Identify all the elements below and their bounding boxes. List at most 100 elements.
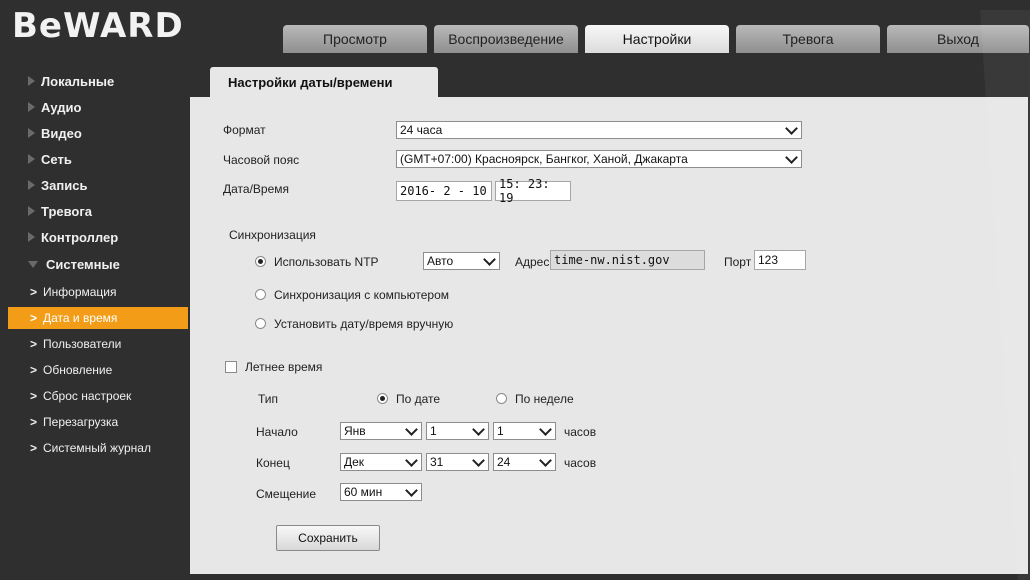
chevron-down-icon: [483, 253, 496, 266]
end-month-select[interactable]: Дек: [340, 453, 422, 471]
tab-playback[interactable]: Воспроизведение: [434, 25, 578, 53]
start-hour-select[interactable]: 1: [493, 422, 556, 440]
top-tabs: Просмотр Воспроизведение Настройки Трево…: [283, 25, 1029, 53]
by-week-label: По неделе: [515, 392, 574, 406]
sidebar-subitem-reboot[interactable]: > Перезагрузка: [8, 411, 186, 433]
sidebar-item-audio[interactable]: Аудио: [8, 96, 186, 118]
time-field[interactable]: 15: 23: 19: [495, 177, 571, 205]
offset-value: 60 мин: [344, 485, 383, 499]
chevron-right-icon: >: [30, 441, 38, 455]
sidebar-item-label: Аудио: [41, 99, 82, 115]
sidebar-subitem-label: Сброс настроек: [43, 389, 132, 403]
sidebar-subitem-info[interactable]: > Информация: [8, 281, 186, 303]
sidebar-item-system[interactable]: Системные: [8, 253, 186, 275]
chevron-right-icon: >: [30, 389, 38, 403]
dst-checkbox[interactable]: [225, 361, 237, 373]
chevron-down-icon: [405, 454, 418, 467]
settings-panel: Формат 24 часа Часовой пояс (GMT+07:00) …: [190, 97, 1028, 574]
start-month-value: Янв: [344, 424, 366, 438]
triangle-down-icon: [28, 260, 38, 268]
chevron-down-icon: [539, 423, 552, 436]
sidebar-subitem-label: Системный журнал: [43, 441, 151, 455]
beward-logo: BeWARD: [12, 6, 184, 46]
sidebar-item-alarm[interactable]: Тревога: [8, 200, 186, 222]
manual-label: Установить дату/время вручную: [274, 317, 454, 331]
chevron-right-icon: >: [30, 415, 38, 429]
triangle-right-icon: [28, 180, 35, 190]
sync-label: Синхронизация: [229, 228, 316, 242]
sidebar-subitem-update[interactable]: > Обновление: [8, 359, 186, 381]
end-month-value: Дек: [344, 455, 365, 469]
sidebar-subitem-label: Перезагрузка: [43, 415, 119, 429]
offset-label: Смещение: [256, 487, 317, 501]
tab-view[interactable]: Просмотр: [283, 25, 427, 53]
chevron-right-icon: >: [30, 363, 38, 377]
sidebar-item-label: Системные: [46, 256, 120, 272]
save-button[interactable]: Сохранить: [276, 525, 380, 551]
manual-radio[interactable]: [255, 318, 266, 329]
sidebar-subitem-users[interactable]: > Пользователи: [8, 333, 186, 355]
start-day-select[interactable]: 1: [426, 422, 489, 440]
format-select[interactable]: 24 часа: [396, 121, 802, 139]
start-month-select[interactable]: Янв: [340, 422, 422, 440]
sidebar-item-record[interactable]: Запись: [8, 174, 186, 196]
chevron-down-icon: [472, 423, 485, 436]
timezone-label: Часовой пояс: [223, 153, 300, 167]
sync-pc-radio[interactable]: [255, 289, 266, 300]
sidebar-item-network[interactable]: Сеть: [8, 148, 186, 170]
ntp-mode-select[interactable]: Авто: [423, 252, 500, 270]
tab-exit[interactable]: Выход: [887, 25, 1029, 53]
end-hour-value: 24: [497, 455, 511, 469]
by-week-radio[interactable]: [496, 393, 507, 404]
tab-alarm[interactable]: Тревога: [736, 25, 880, 53]
ntp-radio[interactable]: [255, 256, 266, 267]
sidebar-item-label: Локальные: [41, 73, 115, 89]
end-hours-unit: часов: [564, 456, 597, 470]
sidebar-item-video[interactable]: Видео: [8, 122, 186, 144]
offset-select[interactable]: 60 мин: [340, 483, 422, 501]
chevron-right-icon: >: [30, 337, 38, 351]
sidebar-subitem-label: Информация: [43, 285, 117, 299]
page-title-tab[interactable]: Настройки даты/времени: [210, 67, 438, 97]
chevron-down-icon: [539, 454, 552, 467]
chevron-down-icon: [472, 454, 485, 467]
dst-label: Летнее время: [245, 360, 323, 374]
sidebar-item-local[interactable]: Локальные: [8, 70, 186, 92]
sidebar-subitem-datetime[interactable]: > Дата и время: [8, 307, 188, 329]
ntp-address-input[interactable]: time-nw.nist.gov: [550, 250, 705, 270]
triangle-right-icon: [28, 76, 35, 86]
ntp-port-input[interactable]: 123: [754, 250, 806, 270]
chevron-right-icon: >: [30, 311, 38, 325]
timezone-select[interactable]: (GMT+07:00) Красноярск, Бангког, Ханой, …: [396, 150, 802, 168]
sidebar: Локальные Аудио Видео Сеть Запись Тревог…: [8, 66, 188, 576]
date-field[interactable]: 2016- 2 - 10: [396, 181, 492, 201]
chevron-down-icon: [785, 151, 798, 164]
sidebar-subitem-label: Пользователи: [43, 337, 122, 351]
sidebar-subitem-label: Обновление: [43, 363, 113, 377]
end-hour-select[interactable]: 24: [493, 453, 556, 471]
format-label: Формат: [223, 123, 266, 137]
datetime-label: Дата/Время: [223, 182, 290, 196]
timezone-value: (GMT+07:00) Красноярск, Бангког, Ханой, …: [400, 152, 688, 166]
start-label: Начало: [256, 425, 298, 439]
by-date-radio[interactable]: [377, 393, 388, 404]
chevron-down-icon: [405, 423, 418, 436]
sidebar-subitem-syslog[interactable]: > Системный журнал: [8, 437, 186, 459]
by-date-label: По дате: [396, 392, 441, 406]
start-hour-value: 1: [497, 424, 504, 438]
format-value: 24 часа: [400, 123, 443, 137]
end-day-value: 31: [430, 455, 444, 469]
sidebar-item-label: Видео: [41, 125, 82, 141]
sidebar-subitem-reset[interactable]: > Сброс настроек: [8, 385, 186, 407]
sync-pc-label: Синхронизация с компьютером: [274, 288, 450, 302]
type-label: Тип: [258, 392, 279, 406]
sidebar-item-controller[interactable]: Контроллер: [8, 226, 186, 248]
triangle-right-icon: [28, 154, 35, 164]
start-day-value: 1: [430, 424, 437, 438]
end-day-select[interactable]: 31: [426, 453, 489, 471]
sidebar-item-label: Тревога: [41, 203, 93, 219]
tab-settings[interactable]: Настройки: [585, 25, 729, 53]
sidebar-subitem-label: Дата и время: [43, 311, 118, 325]
port-label: Порт: [724, 255, 752, 269]
triangle-right-icon: [28, 102, 35, 112]
